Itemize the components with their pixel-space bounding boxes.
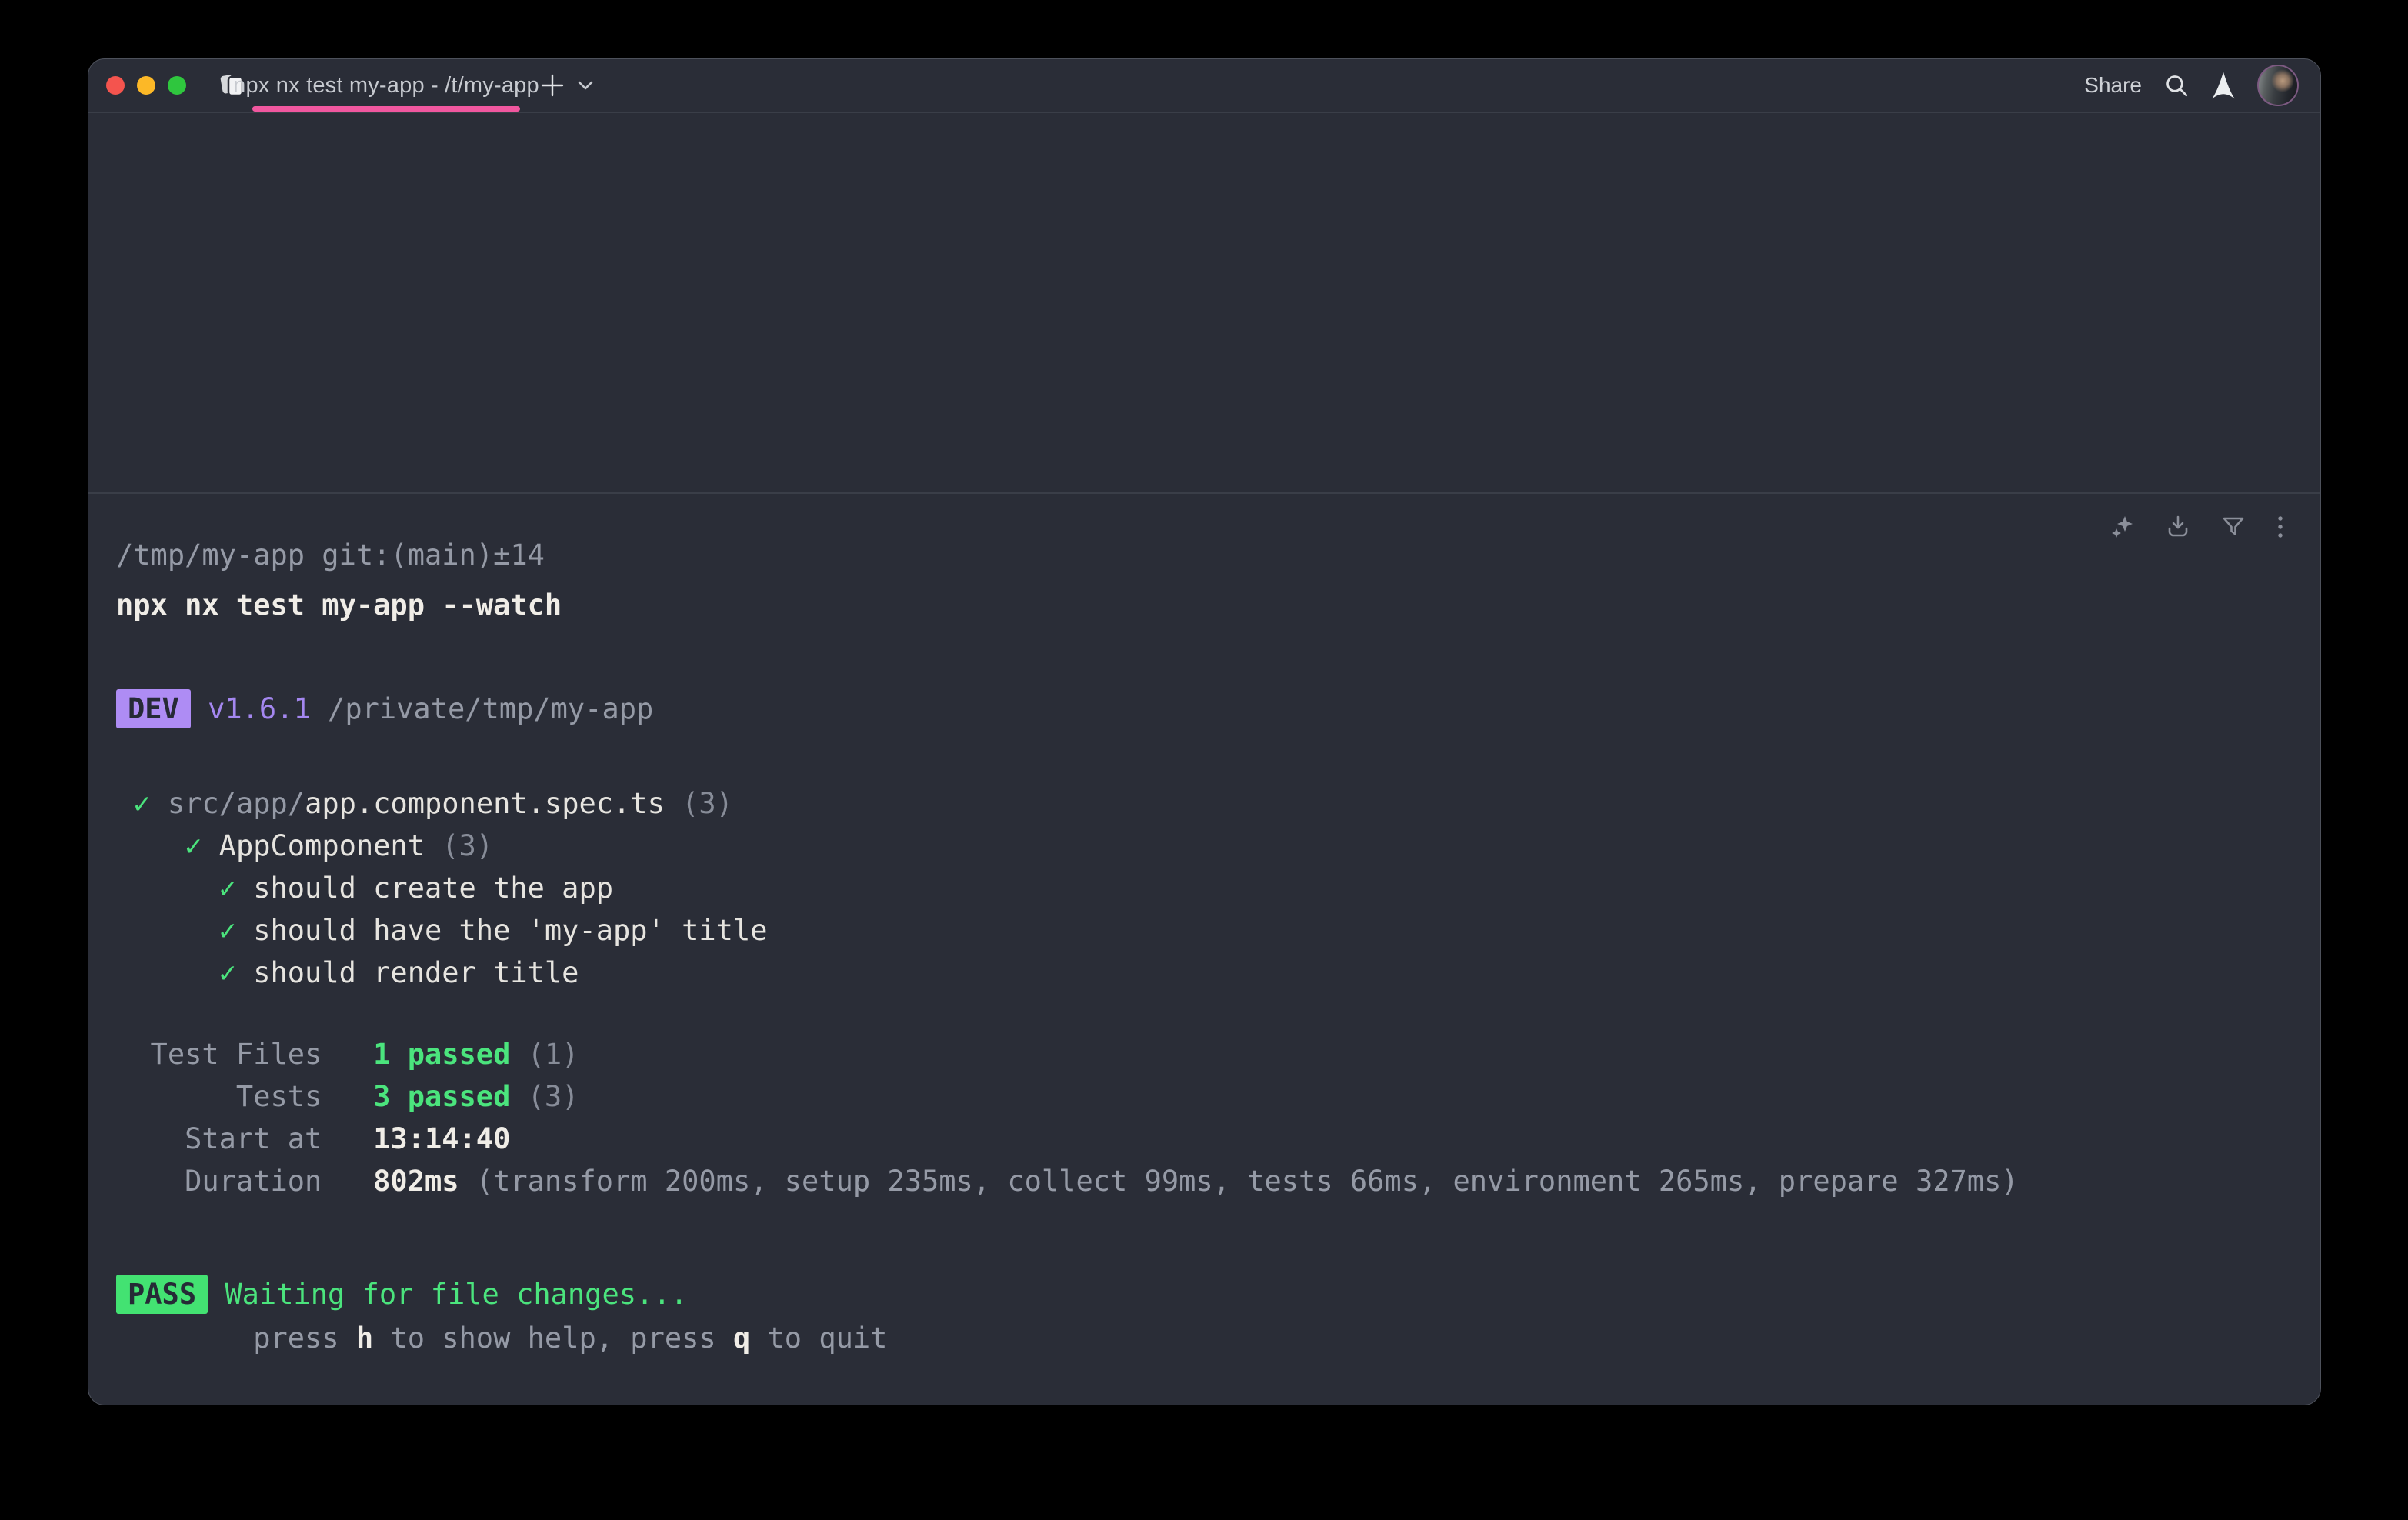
terminal-window: npx nx test my-app - /t/my-app Share: [88, 58, 2321, 1405]
text-segment: should have the 'my-app' title: [253, 914, 767, 947]
text-segment: 1 passed: [373, 1038, 510, 1071]
summary-test-files: Test Files 1 passed (1): [116, 1033, 2290, 1075]
text-segment: 802ms: [373, 1165, 459, 1198]
tab-active[interactable]: npx nx test my-app - /t/my-app: [252, 59, 520, 112]
text-segment: npx nx test my-app --watch: [116, 588, 562, 622]
test-line: ✓ should render title: [116, 952, 2290, 994]
minimize-button[interactable]: [137, 76, 155, 95]
titlebar: npx nx test my-app - /t/my-app Share: [88, 59, 2320, 113]
text-segment: [116, 829, 185, 862]
pass-line: PASS Waiting for file changes...: [116, 1273, 2290, 1315]
text-segment: [116, 914, 219, 947]
command-line: npx nx test my-app --watch: [116, 584, 2290, 626]
sparkles-ai-icon[interactable]: [2110, 514, 2136, 540]
text-segment: (transform 200ms, setup 235ms, collect 9…: [459, 1165, 2019, 1198]
search-icon[interactable]: [2163, 72, 2190, 98]
check-icon: ✓: [219, 872, 254, 905]
spec-file-line: ✓ src/app/app.component.spec.ts (3): [116, 782, 2290, 825]
block-toolbar: [2110, 514, 2285, 540]
text-segment: (3): [665, 787, 733, 820]
filter-icon[interactable]: [2220, 514, 2246, 540]
test-line: ✓ should create the app: [116, 867, 2290, 909]
suite-line: ✓ AppComponent (3): [116, 825, 2290, 867]
dev-badge: DEV: [116, 689, 191, 728]
new-tab-plus-icon[interactable]: [539, 72, 566, 99]
text-segment: to show help, press: [373, 1322, 733, 1355]
text-segment: should create the app: [253, 872, 613, 905]
check-icon: ✓: [133, 787, 168, 820]
text-segment: [116, 872, 219, 905]
summary-start-at: Start at 13:14:40: [116, 1118, 2290, 1160]
more-options-icon[interactable]: [2276, 514, 2285, 540]
text-segment: /private/tmp/my-app: [311, 692, 654, 725]
text-segment: AppComponent: [219, 829, 425, 862]
user-avatar[interactable]: [2257, 65, 2299, 106]
download-icon[interactable]: [2165, 514, 2191, 540]
text-segment: src/app/: [168, 787, 305, 820]
prompt-line: /tmp/my-app git:(main)±14: [116, 534, 2290, 576]
text-segment: app.component.spec.ts: [305, 787, 665, 820]
text-segment: press: [116, 1322, 356, 1355]
summary-duration: Duration 802ms (transform 200ms, setup 2…: [116, 1160, 2290, 1202]
close-button[interactable]: [106, 76, 125, 95]
text-segment: Tests: [116, 1080, 373, 1113]
text-segment: Waiting for file changes...: [208, 1278, 688, 1311]
window-controls: [88, 76, 186, 95]
zoom-button[interactable]: [168, 76, 186, 95]
text-segment: Test Files: [116, 1038, 373, 1071]
active-tab-indicator: [252, 106, 520, 112]
text-segment: (3): [425, 829, 493, 862]
text-segment: to quit: [750, 1322, 887, 1355]
check-icon: ✓: [219, 956, 254, 989]
tab-dropdown-chevron-icon[interactable]: [577, 80, 594, 91]
text-segment: [116, 787, 133, 820]
previous-command-block: [88, 113, 2320, 494]
share-button[interactable]: Share: [2084, 73, 2142, 98]
text-segment: Start at: [116, 1122, 373, 1155]
text-segment: q: [733, 1322, 750, 1355]
help-line: press h to show help, press q to quit: [116, 1317, 2290, 1359]
terminal-output: /tmp/my-app git:(main)±14 npx nx test my-…: [116, 534, 2290, 1359]
text-segment: Duration: [116, 1165, 373, 1198]
summary-tests: Tests 3 passed (3): [116, 1075, 2290, 1118]
test-line: ✓ should have the 'my-app' title: [116, 909, 2290, 952]
tab-title: npx nx test my-app - /t/my-app: [233, 73, 539, 98]
text-segment: 3 passed: [373, 1080, 510, 1113]
text-segment: v1.6.1: [191, 692, 311, 725]
text-segment: h: [356, 1322, 373, 1355]
dev-status-line: DEV v1.6.1 /private/tmp/my-app: [116, 688, 2290, 730]
pass-badge: PASS: [116, 1275, 208, 1314]
titlebar-right-cluster: Share: [2084, 65, 2320, 106]
text-segment: (3): [510, 1080, 579, 1113]
check-icon: ✓: [219, 914, 254, 947]
text-segment: [116, 956, 219, 989]
text-segment: should render title: [253, 956, 579, 989]
command-block: /tmp/my-app git:(main)±14 npx nx test my-…: [88, 494, 2320, 1359]
text-segment: /tmp/my-app git:(main)±14: [116, 538, 545, 572]
check-icon: ✓: [185, 829, 219, 862]
text-segment: (1): [510, 1038, 579, 1071]
text-segment: 13:14:40: [373, 1122, 510, 1155]
warp-logo-icon[interactable]: [2211, 71, 2236, 100]
